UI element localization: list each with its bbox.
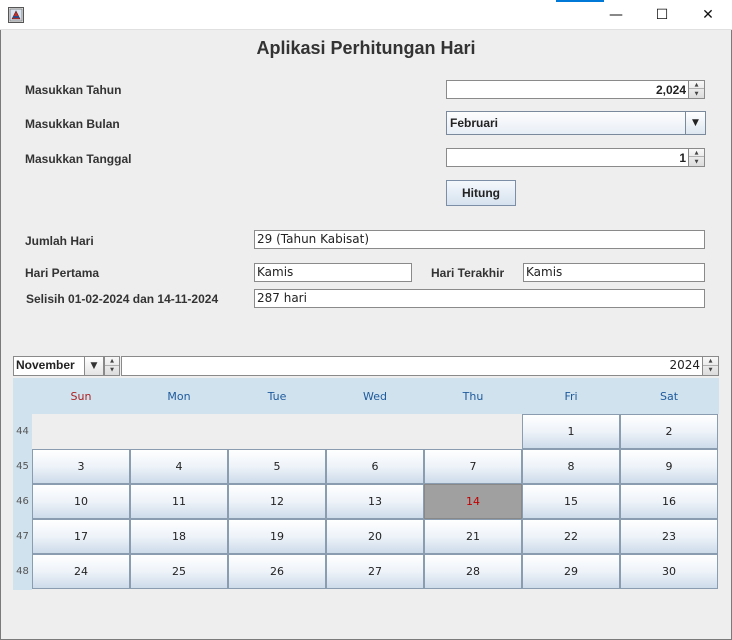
calendar-year-arrows[interactable]: ▲ ▼: [702, 356, 719, 376]
calendar-day[interactable]: 16: [620, 484, 718, 519]
close-button[interactable]: ✕: [685, 0, 731, 30]
calendar-day[interactable]: 15: [522, 484, 620, 519]
first-day-label: Hari Pertama: [25, 266, 100, 280]
calendar-day[interactable]: 19: [228, 519, 326, 554]
calendar-month-combobox[interactable]: November ▼ ▲ ▼: [13, 356, 120, 376]
calendar-day[interactable]: 23: [620, 519, 718, 554]
day-header-wed: Wed: [363, 389, 387, 403]
spinner-down-icon[interactable]: ▼: [689, 158, 704, 166]
calendar-day[interactable]: 9: [620, 449, 718, 484]
calendar-day[interactable]: 26: [228, 554, 326, 589]
last-day-label: Hari Terakhir: [431, 266, 505, 280]
calendar-day[interactable]: 28: [424, 554, 522, 589]
calendar-day[interactable]: 27: [326, 554, 424, 589]
minimize-icon: —: [609, 7, 623, 23]
minimize-button[interactable]: —: [593, 0, 639, 30]
close-icon: ✕: [702, 7, 714, 23]
calendar-day[interactable]: 5: [228, 449, 326, 484]
year-spinner[interactable]: 2,024 ▲ ▼: [446, 80, 705, 99]
calendar-day[interactable]: 21: [424, 519, 522, 554]
spinner-up-icon[interactable]: ▲: [105, 357, 119, 366]
week-number: 47: [16, 531, 29, 542]
day-header-tue: Tue: [267, 389, 287, 403]
day-spinner-arrows[interactable]: ▲ ▼: [688, 148, 705, 167]
day-header-sat: Sat: [659, 389, 679, 403]
week-number: 44: [16, 426, 29, 437]
maximize-button[interactable]: ☐: [639, 0, 685, 30]
spinner-down-icon[interactable]: ▼: [105, 366, 119, 375]
calendar-day[interactable]: 3: [32, 449, 130, 484]
week-number-column: 44 45 46 47 48: [13, 378, 32, 590]
calendar-year-spinner[interactable]: 2024 ▲ ▼: [121, 356, 719, 376]
week-number: 45: [16, 461, 29, 472]
year-spinner-arrows[interactable]: ▲ ▼: [688, 80, 705, 99]
first-day-field[interactable]: Kamis: [254, 263, 412, 282]
day-header-fri: Fri: [564, 389, 578, 403]
calendar-day[interactable]: 30: [620, 554, 718, 589]
calendar-day[interactable]: 24: [32, 554, 130, 589]
month-combobox-value: Februari: [450, 116, 499, 130]
calendar-day-grid: 1 2 3 4 5 6 7 8 9 10 11 12 13 14 15 16 17 18 19 20 21 22 23 24 2…: [32, 414, 719, 590]
calendar-day[interactable]: 10: [32, 484, 130, 519]
day-of-week-header: Sun Mon Tue Wed Thu Fri Sat: [32, 378, 719, 414]
calculate-button[interactable]: Hitung: [446, 180, 516, 206]
calendar-month-spinner[interactable]: ▲ ▼: [104, 356, 120, 376]
days-count-label: Jumlah Hari: [25, 234, 94, 248]
spinner-up-icon[interactable]: ▲: [703, 357, 718, 366]
calendar-day[interactable]: 12: [228, 484, 326, 519]
calendar-day[interactable]: 11: [130, 484, 228, 519]
month-combobox[interactable]: Februari ▼: [446, 111, 706, 135]
week-number: 48: [16, 566, 29, 577]
day-header-mon: Mon: [167, 389, 191, 403]
calendar-day[interactable]: 8: [522, 449, 620, 484]
calendar-year-value: 2024: [669, 358, 700, 372]
day-header-sun: Sun: [70, 389, 92, 403]
calendar-day[interactable]: 7: [424, 449, 522, 484]
calendar-day[interactable]: 17: [32, 519, 130, 554]
week-number: 46: [16, 496, 29, 507]
calendar-day[interactable]: 1: [522, 414, 620, 449]
maximize-icon: ☐: [655, 7, 669, 23]
calendar-day[interactable]: 29: [522, 554, 620, 589]
spinner-up-icon[interactable]: ▲: [689, 81, 704, 89]
spinner-up-icon[interactable]: ▲: [689, 149, 704, 157]
day-label: Masukkan Tanggal: [25, 152, 132, 166]
spinner-down-icon[interactable]: ▼: [703, 366, 718, 375]
day-spinner-value: 1: [679, 151, 686, 165]
year-spinner-value: 2,024: [655, 83, 686, 97]
chevron-down-icon[interactable]: ▼: [685, 112, 705, 134]
last-day-field[interactable]: Kamis: [523, 263, 705, 282]
calendar-day[interactable]: 6: [326, 449, 424, 484]
days-count-field[interactable]: 29 (Tahun Kabisat): [254, 230, 705, 249]
year-label: Masukkan Tahun: [25, 83, 122, 97]
calendar-day-selected[interactable]: 14: [424, 484, 522, 519]
calendar-day[interactable]: 20: [326, 519, 424, 554]
month-label: Masukkan Bulan: [25, 117, 120, 131]
calendar-month-value: November: [16, 358, 75, 372]
spinner-down-icon[interactable]: ▼: [689, 90, 704, 98]
date-difference-field[interactable]: 287 hari: [254, 289, 705, 308]
page-title: Aplikasi Perhitungan Hari: [256, 38, 476, 58]
day-spinner[interactable]: 1 ▲ ▼: [446, 148, 705, 167]
day-header-thu: Thu: [462, 389, 484, 403]
calendar-day[interactable]: 18: [130, 519, 228, 554]
calendar-day[interactable]: 25: [130, 554, 228, 589]
chevron-down-icon[interactable]: ▼: [84, 356, 104, 376]
date-difference-label: Selisih 01-02-2024 dan 14-11-2024: [26, 292, 219, 306]
calendar-day[interactable]: 13: [326, 484, 424, 519]
calendar-day[interactable]: 22: [522, 519, 620, 554]
java-app-icon: [8, 7, 24, 23]
calendar-day[interactable]: 2: [620, 414, 718, 449]
calendar-day[interactable]: 4: [130, 449, 228, 484]
